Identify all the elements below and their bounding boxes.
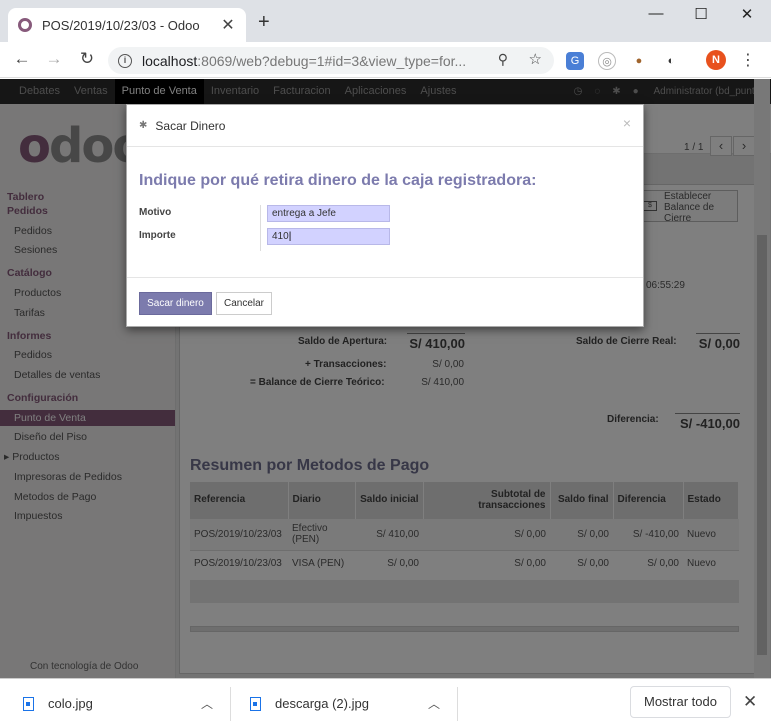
extension-circle-icon[interactable]: ◐	[662, 52, 680, 70]
text-caret: |	[288, 231, 292, 242]
download-filename: descarga (2).jpg	[275, 696, 369, 711]
new-tab-icon[interactable]: +	[258, 11, 270, 34]
browser-toolbar: ← → ↻ i localhost:8069/web?debug=1#id=3&…	[0, 42, 771, 78]
debug-bug-icon[interactable]: ✱	[139, 120, 147, 131]
motivo-label: Motivo	[139, 207, 172, 218]
download-item[interactable]: descarga (2).jpg ︿	[250, 679, 450, 727]
extension-radar-icon[interactable]: ◎	[598, 52, 616, 70]
importe-label: Importe	[139, 230, 176, 241]
image-file-icon	[250, 696, 261, 711]
download-filename: colo.jpg	[48, 696, 93, 711]
forward-icon[interactable]: →	[42, 49, 66, 69]
cookie-extension-icon[interactable]: ●	[630, 52, 648, 70]
importe-input[interactable]: 410|	[267, 228, 390, 245]
dialog-title: Sacar Dinero	[155, 118, 226, 133]
field-separator	[260, 205, 261, 251]
url-path: :8069/web?debug=1#id=3&view_type=for...	[197, 52, 467, 69]
dialog-heading: Indique por qué retira dinero de la caja…	[139, 172, 537, 189]
profile-avatar[interactable]: N	[706, 50, 726, 70]
dialog-body: Indique por qué retira dinero de la caja…	[127, 147, 643, 278]
tab-close-icon[interactable]: ✕	[220, 15, 236, 35]
dialog-footer: Sacar dinero Cancelar	[127, 278, 643, 326]
image-file-icon	[23, 696, 34, 711]
translate-extension-icon[interactable]: G	[566, 52, 584, 70]
maximize-icon[interactable]: ☐	[678, 5, 724, 23]
reload-icon[interactable]: ↻	[75, 49, 99, 69]
url-text[interactable]: localhost:8069/web?debug=1#id=3&view_typ…	[142, 53, 482, 69]
importe-value: 410	[272, 231, 289, 242]
chevron-up-icon[interactable]: ︿	[201, 695, 213, 712]
download-item[interactable]: colo.jpg ︿	[23, 679, 223, 727]
show-all-downloads-button[interactable]: Mostrar todo	[630, 686, 731, 718]
zoom-icon[interactable]: ⚲	[498, 51, 508, 68]
download-divider	[230, 687, 231, 721]
downloads-close-icon[interactable]: ✕	[743, 692, 757, 712]
odoo-favicon-icon	[18, 18, 32, 32]
dialog-header: ✱ Sacar Dinero ×	[127, 105, 643, 147]
browser-menu-icon[interactable]: ⋮	[740, 50, 756, 70]
chevron-up-icon[interactable]: ︿	[428, 695, 440, 712]
bookmark-star-icon[interactable]: ☆	[529, 50, 542, 68]
info-icon[interactable]: i	[118, 53, 132, 68]
browser-tab[interactable]: POS/2019/10/23/03 - Odoo ✕	[8, 8, 246, 42]
downloads-bar: colo.jpg ︿ descarga (2).jpg ︿ Mostrar to…	[0, 678, 771, 727]
tab-title: POS/2019/10/23/03 - Odoo	[42, 17, 200, 33]
url-host: localhost	[142, 52, 198, 69]
address-bar[interactable]: i localhost:8069/web?debug=1#id=3&view_t…	[108, 47, 554, 74]
minimize-icon[interactable]: —	[633, 5, 679, 22]
take-money-button[interactable]: Sacar dinero	[139, 292, 212, 315]
dialog-close-icon[interactable]: ×	[623, 115, 631, 131]
window-close-icon[interactable]: ✕	[724, 5, 770, 23]
motivo-input[interactable]: entrega a Jefe	[267, 205, 390, 222]
cancel-button[interactable]: Cancelar	[216, 292, 272, 315]
back-icon[interactable]: ←	[10, 49, 34, 69]
download-divider	[457, 687, 458, 721]
browser-tab-bar: POS/2019/10/23/03 - Odoo ✕ + — ☐ ✕	[0, 0, 771, 42]
take-money-dialog: ✱ Sacar Dinero × Indique por qué retira …	[126, 104, 644, 327]
